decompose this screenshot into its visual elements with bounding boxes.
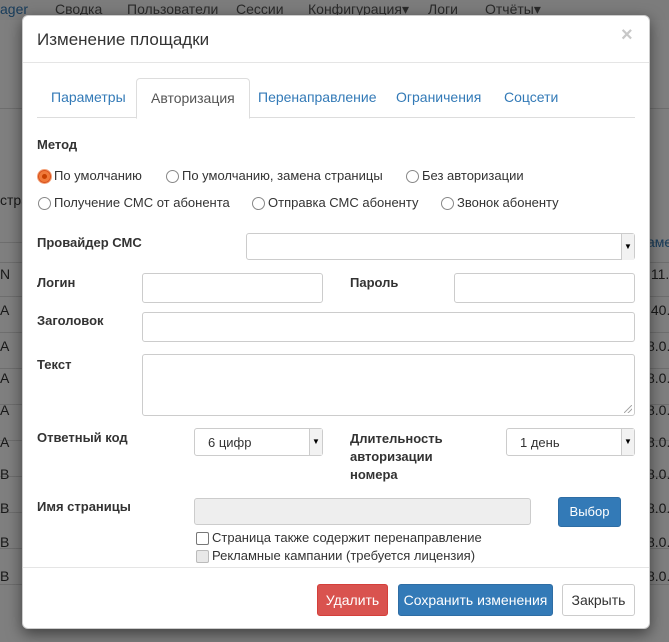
radio-icon[interactable] <box>252 197 265 210</box>
checkbox <box>196 550 209 563</box>
close-button[interactable]: Закрыть <box>562 584 635 616</box>
radio-label: По умолчанию <box>54 168 142 183</box>
response-code-label: Ответный код <box>37 430 128 445</box>
text-label: Текст <box>37 357 72 372</box>
login-input[interactable] <box>142 273 323 303</box>
edit-venue-modal: Изменение площадки × Параметры Авторизац… <box>22 15 650 629</box>
auth-duration-label-line: авторизации <box>350 449 433 464</box>
delete-button[interactable]: Удалить <box>317 584 388 616</box>
chevron-down-icon[interactable]: ▼ <box>621 234 634 260</box>
ad-campaigns-checkbox-row: Рекламные кампании (требуется лицензия) <box>196 548 475 563</box>
chevron-down-icon[interactable]: ▼ <box>621 429 634 455</box>
radio-icon[interactable] <box>166 170 179 183</box>
auth-duration-label-line: номера <box>350 467 398 482</box>
header-input[interactable] <box>142 312 635 342</box>
sms-provider-select[interactable]: ▼ <box>246 233 635 260</box>
radio-call-subscriber[interactable]: Звонок абоненту <box>441 195 559 213</box>
checkbox[interactable] <box>196 532 209 545</box>
close-icon[interactable]: × <box>621 24 633 47</box>
checkbox-label: Страница также содержит перенаправление <box>212 530 482 545</box>
select-value: 6 цифр <box>208 435 252 450</box>
header-label: Заголовок <box>37 313 104 328</box>
password-input[interactable] <box>454 273 635 303</box>
method-label: Метод <box>37 137 78 152</box>
radio-sms-to-subscriber[interactable]: Отправка СМС абоненту <box>252 195 418 213</box>
tab-redirect[interactable]: Перенаправление <box>244 78 391 116</box>
auth-duration-label-line: Длительность <box>350 431 443 446</box>
radio-icon[interactable] <box>38 197 51 210</box>
password-label: Пароль <box>350 275 399 290</box>
text-textarea[interactable] <box>142 354 635 416</box>
radio-label: Получение СМС от абонента <box>54 195 230 210</box>
radio-label: По умолчанию, замена страницы <box>182 168 383 183</box>
checkbox-label: Рекламные кампании (требуется лицензия) <box>212 548 476 563</box>
radio-label: Звонок абоненту <box>457 195 559 210</box>
response-code-select[interactable]: 6 цифр ▼ <box>194 428 323 456</box>
chevron-down-icon[interactable]: ▼ <box>309 429 322 455</box>
radio-default[interactable]: По умолчанию <box>38 168 142 186</box>
sms-provider-label: Провайдер СМС <box>37 235 142 250</box>
modal-title: Изменение площадки <box>37 30 210 49</box>
resize-grip-icon[interactable] <box>624 405 632 413</box>
tab-authorization[interactable]: Авторизация <box>136 78 250 119</box>
page-name-input <box>194 498 531 525</box>
radio-label: Отправка СМС абоненту <box>268 195 419 210</box>
tab-parameters[interactable]: Параметры <box>37 78 140 116</box>
radio-icon[interactable] <box>406 170 419 183</box>
login-label: Логин <box>37 275 76 290</box>
radio-sms-from-subscriber[interactable]: Получение СМС от абонента <box>38 195 230 213</box>
radio-default-replace[interactable]: По умолчанию, замена страницы <box>166 168 383 186</box>
radio-checked-icon[interactable] <box>38 170 51 183</box>
auth-duration-label: Длительность авторизации номера <box>350 430 443 484</box>
select-page-button[interactable]: Выбор <box>558 497 621 527</box>
save-changes-button[interactable]: Сохранить изменения <box>398 584 553 616</box>
radio-no-auth[interactable]: Без авторизации <box>406 168 524 186</box>
modal-header: Изменение площадки × <box>23 16 649 63</box>
radio-icon[interactable] <box>441 197 454 210</box>
radio-label: Без авторизации <box>422 168 524 183</box>
auth-duration-select[interactable]: 1 день ▼ <box>506 428 635 456</box>
tab-restrictions[interactable]: Ограничения <box>382 78 495 116</box>
footer-divider <box>23 567 649 568</box>
select-value: 1 день <box>520 435 560 450</box>
tab-social[interactable]: Соцсети <box>490 78 572 116</box>
tab-bar: Параметры Авторизация Перенаправление Ог… <box>37 78 635 119</box>
redirect-checkbox-row[interactable]: Страница также содержит перенаправление <box>196 530 482 545</box>
page-name-label: Имя страницы <box>37 499 131 514</box>
